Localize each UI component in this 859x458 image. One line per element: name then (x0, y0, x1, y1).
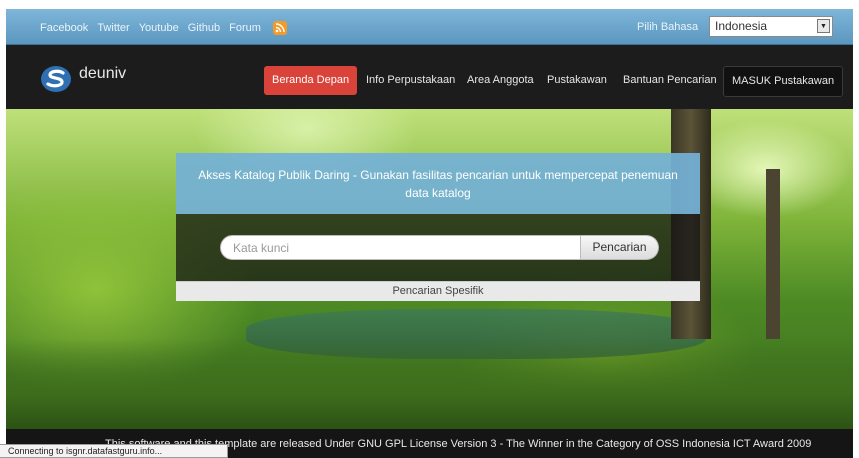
nav-info-perpustakaan[interactable]: Info Perpustakaan (358, 66, 463, 95)
browser-status-bar: Connecting to isgnr.datafastguru.info... (0, 444, 228, 458)
language-select[interactable]: Indonesia ▼ (709, 16, 833, 37)
nav-beranda-depan[interactable]: Beranda Depan (264, 66, 358, 95)
nav-area-anggota[interactable]: Area Anggota (459, 66, 542, 95)
nav-bantuan-pencarian[interactable]: Bantuan Pencarian (615, 66, 725, 95)
grass-foreground (6, 339, 853, 429)
top-bar: Facebook Twitter Youtube Github Forum Pi… (6, 9, 853, 45)
twitter-link[interactable]: Twitter (97, 22, 129, 34)
search-button[interactable]: Pencarian (581, 235, 659, 260)
social-links: Facebook Twitter Youtube Github Forum (40, 21, 287, 35)
youtube-link[interactable]: Youtube (139, 22, 179, 34)
brand-name[interactable]: deuniv (79, 65, 126, 83)
tree-trunk-small (766, 169, 780, 339)
rss-icon[interactable] (272, 21, 287, 35)
logo-icon[interactable] (41, 66, 71, 92)
search-header: Akses Katalog Publik Daring - Gunakan fa… (176, 153, 700, 214)
language-selected-value: Indonesia (715, 19, 768, 33)
nav-masuk-pustakawan[interactable]: MASUK Pustakawan (723, 66, 844, 97)
github-link[interactable]: Github (188, 22, 220, 34)
nav-pustakawan[interactable]: Pustakawan (539, 66, 615, 95)
chevron-down-icon[interactable]: ▼ (817, 19, 830, 33)
specific-search-link[interactable]: Pencarian Spesifik (176, 281, 700, 301)
facebook-link[interactable]: Facebook (40, 22, 88, 34)
search-input[interactable]: Kata kunci (220, 235, 581, 260)
search-panel: Kata kunci Pencarian (176, 214, 700, 281)
browser-viewport: Facebook Twitter Youtube Github Forum Pi… (6, 9, 853, 458)
forum-link[interactable]: Forum (229, 22, 261, 34)
main-navbar: deuniv Beranda Depan Info Perpustakaan A… (6, 45, 853, 109)
language-label: Pilih Bahasa (637, 21, 699, 33)
